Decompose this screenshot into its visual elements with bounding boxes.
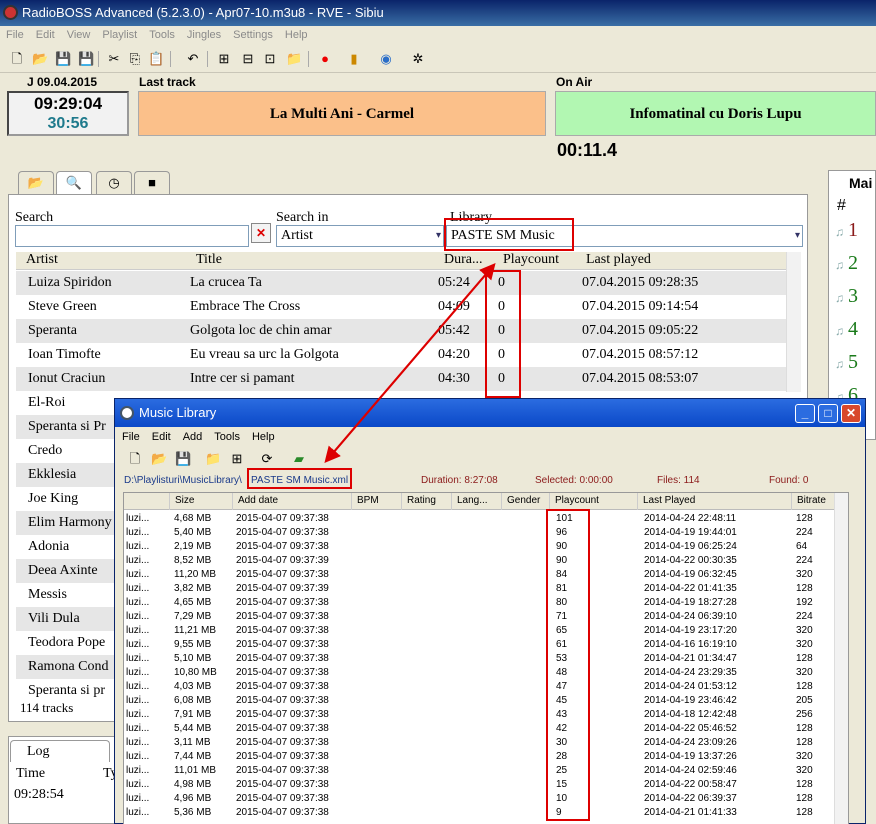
annotation-arrow xyxy=(326,262,496,461)
annotation-arrows xyxy=(324,262,496,464)
radioboss-window: RadioBOSS Advanced (5.2.3.0) - Apr07-10.… xyxy=(0,0,876,824)
